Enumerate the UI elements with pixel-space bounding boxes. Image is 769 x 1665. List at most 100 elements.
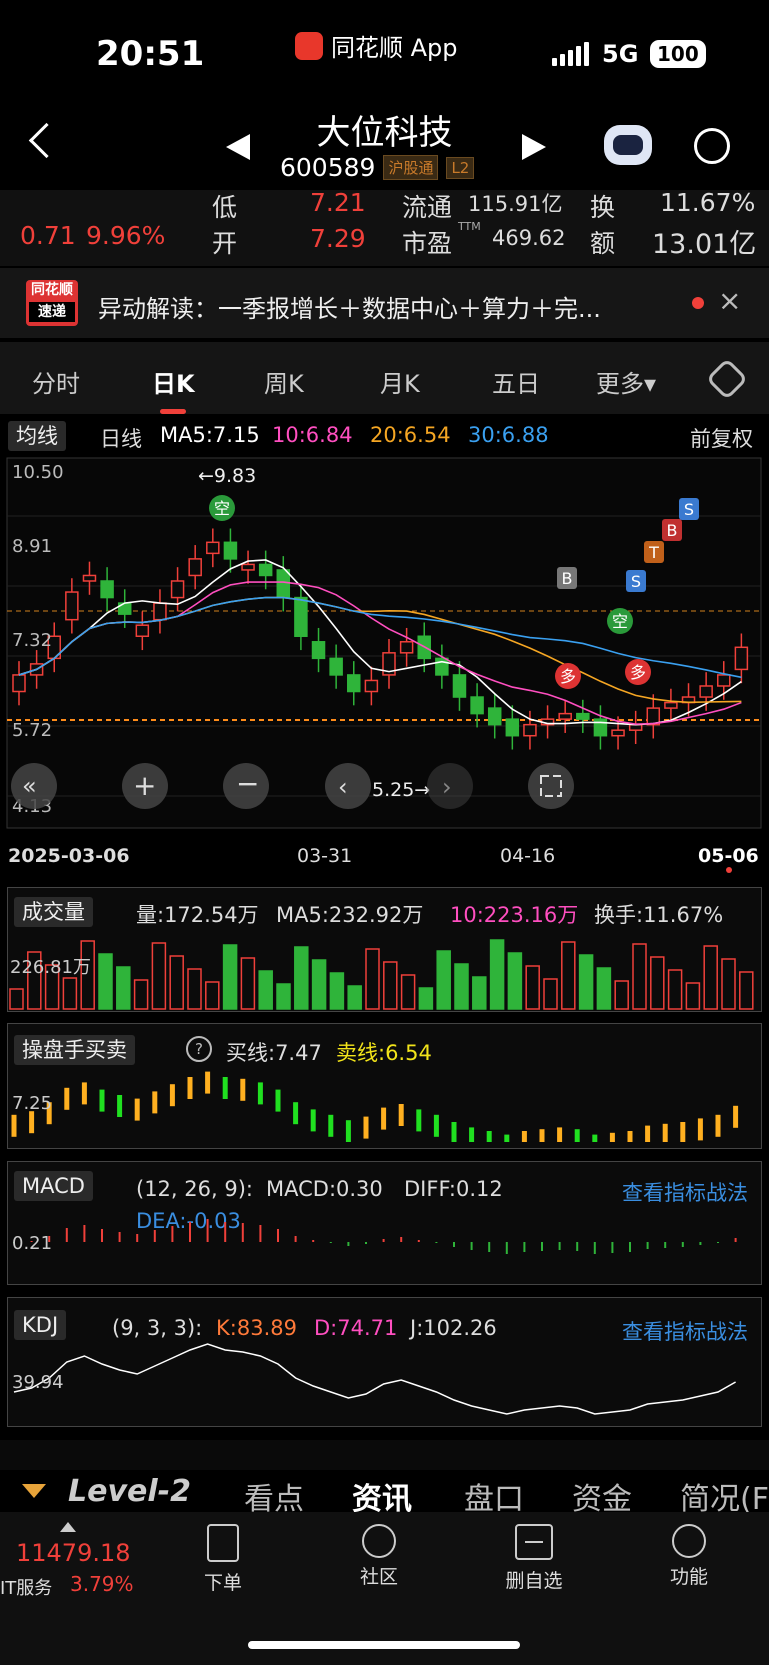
kdj-params: (9, 3, 3):	[112, 1316, 203, 1340]
x-label-3: 04-16	[500, 845, 555, 867]
kdj-dropdown[interactable]: KDJ	[14, 1310, 67, 1340]
candle-body	[311, 641, 326, 660]
volume-bar	[294, 946, 309, 1010]
stock-name: 大位科技	[316, 113, 453, 153]
remove-watchlist-button[interactable]: 删自选	[498, 1524, 570, 1593]
kdj-chart[interactable]	[8, 1338, 760, 1426]
active-tab-indicator	[160, 409, 186, 414]
order-label: 下单	[203, 1572, 242, 1594]
stock-code-row: 600589 沪股通 L2	[280, 153, 475, 182]
volume-bar	[151, 942, 167, 1010]
index-name: IT服务	[0, 1578, 53, 1599]
svg-text:+: +	[133, 769, 156, 802]
candle-body	[294, 596, 308, 638]
candle-body	[82, 574, 97, 582]
subnav-level2[interactable]: Level-2	[68, 1474, 191, 1509]
signal-label: 多	[630, 663, 646, 682]
close-icon[interactable]: ×	[718, 284, 741, 317]
kdj-d: D:74.71	[314, 1316, 398, 1340]
tab-five-day[interactable]: 五日	[492, 364, 540, 399]
adjust-mode[interactable]: 前复权	[690, 423, 753, 453]
volume-bar	[596, 967, 612, 1010]
candle-body	[329, 657, 343, 676]
tab-daily-k[interactable]: 日K	[152, 364, 195, 399]
tab-weekly-k[interactable]: 周K	[264, 364, 304, 399]
tab-monthly-k[interactable]: 月K	[380, 364, 420, 399]
volume-bar	[632, 943, 647, 1010]
candle-body	[100, 580, 114, 599]
macd-chart[interactable]	[8, 1200, 760, 1284]
open-value: 7.29	[310, 224, 366, 253]
candle-body	[364, 679, 379, 693]
volume-bar	[489, 939, 505, 1010]
macd-axis-label: 0.21	[12, 1233, 53, 1254]
volume-axis-label: 226.81万	[10, 957, 91, 978]
volume-bar	[383, 961, 398, 1010]
news-text[interactable]: 异动解读：一季报增长＋数据中心＋算力＋完...	[98, 289, 601, 324]
macd-dropdown[interactable]: MACD	[14, 1171, 93, 1201]
volume-bar	[650, 956, 665, 1010]
macd-diff: DIFF:0.12	[404, 1177, 503, 1201]
volume-bar	[703, 945, 718, 1010]
candle-body	[558, 712, 572, 720]
low-value: 7.21	[310, 188, 366, 217]
index-value[interactable]: 11479.18	[16, 1539, 131, 1567]
volume-chart[interactable]	[8, 925, 760, 1011]
x-label-end: 05-06	[698, 845, 759, 867]
news-logo-top: 同花顺	[31, 282, 73, 298]
amount-value: 13.01亿	[652, 229, 757, 260]
index-pct: 3.79%	[70, 1572, 134, 1596]
candle-body	[664, 701, 678, 709]
candle-body	[170, 580, 185, 599]
x-label-2: 03-31	[297, 845, 352, 867]
candle-body	[258, 563, 273, 577]
volume-bar	[329, 972, 345, 1010]
volume-bar	[62, 977, 78, 1010]
volume-bar	[258, 970, 273, 1010]
volume-bar	[507, 952, 523, 1010]
macd-value: MACD:0.30	[266, 1177, 383, 1201]
tab-more[interactable]: 更多▾	[596, 364, 656, 399]
candle-body	[241, 563, 255, 571]
unread-dot	[692, 297, 704, 309]
functions-label: 功能	[669, 1566, 708, 1588]
market-tag: 沪股通	[383, 155, 439, 180]
kdj-k: K:83.89	[216, 1316, 297, 1340]
order-button[interactable]: 下单	[190, 1524, 256, 1595]
volume-dropdown[interactable]: 成交量	[14, 896, 93, 927]
volume-dropdown-label: 成交量	[14, 897, 93, 927]
candle-body	[505, 718, 520, 737]
pe-value: 469.62	[492, 226, 566, 250]
volume-bar	[9, 988, 24, 1010]
y-label-3: 7.32	[12, 630, 52, 651]
index-up-arrow	[60, 1522, 76, 1532]
volume-bar	[276, 983, 291, 1010]
robot-assistant-icon[interactable]	[604, 125, 652, 165]
level2-icon	[22, 1484, 46, 1498]
candle-body	[206, 541, 220, 555]
functions-button[interactable]: 功能	[658, 1524, 720, 1589]
pan-left-icon[interactable]	[325, 763, 371, 809]
volume-bar	[543, 978, 558, 1010]
app-indicator[interactable]: 同花顺 App	[295, 28, 458, 63]
fullscreen-icon[interactable]	[528, 763, 574, 809]
candle-body	[452, 674, 467, 698]
trader-chart[interactable]	[8, 1060, 760, 1148]
volume-bar	[205, 981, 220, 1010]
volume-bar	[169, 955, 184, 1010]
help-icon[interactable]: ?	[186, 1036, 212, 1062]
candle-body	[135, 624, 150, 638]
volume-bar	[721, 958, 736, 1010]
community-button[interactable]: 社区	[346, 1524, 412, 1589]
signal-label: B	[667, 521, 678, 540]
y-label-2: 8.91	[12, 536, 52, 557]
tab-intraday[interactable]: 分时	[32, 364, 80, 399]
svg-text:−: −	[236, 767, 259, 800]
kline-chart[interactable]: 空空BSTBS多多 10.50 8.91 7.32 5.72 4.13 ←9.8…	[0, 456, 769, 886]
volume-bar	[525, 965, 540, 1010]
ma10-value: 10:6.84	[272, 423, 353, 447]
open-label: 开	[212, 229, 238, 258]
community-icon	[362, 1524, 396, 1558]
search-icon[interactable]	[694, 128, 730, 164]
ma-dropdown[interactable]: 均线	[8, 420, 66, 451]
